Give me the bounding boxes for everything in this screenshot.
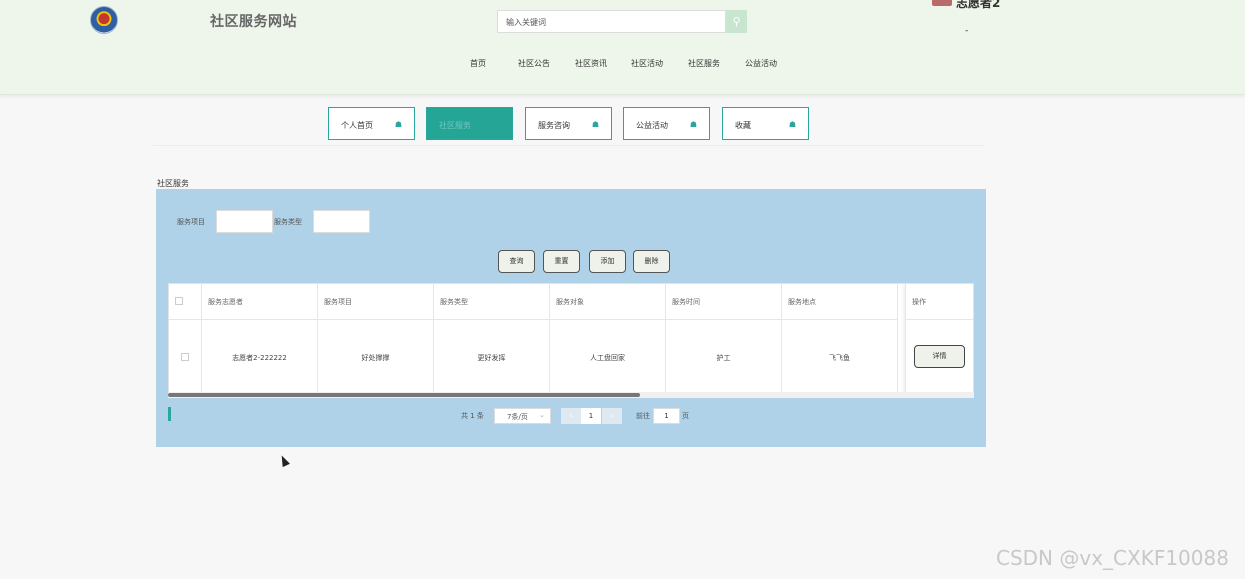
tab-charity[interactable]: 公益活动 ☗ — [623, 107, 710, 140]
column-header: 服务项目 — [318, 284, 434, 320]
table-cell: 更好发挥 — [434, 320, 550, 394]
column-header: 服务志愿者 — [202, 284, 318, 320]
nav-activity[interactable]: 社区活动 — [631, 58, 663, 69]
nav-news[interactable]: 社区资讯 — [575, 58, 607, 69]
home-icon: ☗ — [591, 120, 599, 129]
tab-community-service[interactable]: 社区服务 — [426, 107, 513, 140]
site-title: 社区服务网站 — [210, 14, 297, 30]
column-header: 服务对象 — [550, 284, 666, 320]
page-size-value: 7条/页 — [507, 413, 528, 421]
horizontal-scrollbar[interactable] — [168, 393, 640, 397]
service-item-label: 服务项目 — [177, 218, 205, 226]
home-icon: ☗ — [788, 120, 796, 129]
table-cell: 飞飞鱼 — [782, 320, 898, 394]
select-all-checkbox[interactable] — [175, 297, 183, 305]
add-button[interactable]: 添加 — [589, 250, 626, 273]
service-item-input[interactable] — [216, 210, 273, 233]
fixed-action-column: 操作 详情 — [905, 284, 973, 394]
tab-personal-home[interactable]: 个人首页 ☗ — [328, 107, 415, 140]
divider — [153, 145, 985, 146]
prev-page-button[interactable]: ‹ — [561, 408, 581, 424]
delete-button[interactable]: 删除 — [633, 250, 670, 273]
tab-label: 收藏 — [735, 121, 751, 130]
tab-label: 服务咨询 — [538, 121, 570, 130]
mouse-cursor-icon — [278, 453, 290, 468]
table-cell: 护工 — [666, 320, 782, 394]
goto-suffix: 页 — [682, 412, 689, 420]
next-page-button[interactable]: › — [602, 408, 622, 424]
user-sub-text: - — [965, 26, 969, 36]
site-logo — [90, 6, 118, 34]
table-cell: 好处撑撑 — [318, 320, 434, 394]
column-header: 服务类型 — [434, 284, 550, 320]
search-icon[interactable]: ⚲ — [726, 10, 747, 33]
search-input[interactable]: 输入关键词 — [497, 10, 726, 33]
home-icon: ☗ — [689, 120, 697, 129]
table-cell: 人工盘回家 — [550, 320, 666, 394]
table-cell: 志愿者2-222222 — [202, 320, 318, 394]
select-all-cell — [169, 284, 202, 320]
accent-bar — [168, 407, 171, 421]
tab-label: 公益活动 — [636, 121, 668, 130]
service-type-label: 服务类型 — [274, 218, 302, 226]
row-checkbox[interactable] — [181, 353, 189, 361]
top-header: 社区服务网站 输入关键词 ⚲ 志愿者2 - 首页 社区公告 社区资讯 社区活动 … — [0, 0, 1245, 95]
column-header: 服务时间 — [666, 284, 782, 320]
tab-favorites[interactable]: 收藏 ☗ — [722, 107, 809, 140]
column-header: 操作 — [906, 284, 973, 320]
tab-service-consult[interactable]: 服务咨询 ☗ — [525, 107, 612, 140]
nav-charity[interactable]: 公益活动 — [745, 58, 777, 69]
nav-home[interactable]: 首页 — [470, 58, 486, 69]
chevron-down-icon: ⌄ — [539, 411, 545, 419]
query-button[interactable]: 查询 — [498, 250, 535, 273]
row-select-cell — [169, 320, 202, 394]
section-title: 社区服务 — [157, 179, 189, 188]
username[interactable]: 志愿者2 — [956, 0, 1000, 11]
goto-page-input[interactable]: 1 — [653, 408, 680, 424]
service-type-input[interactable] — [313, 210, 370, 233]
tab-label: 个人首页 — [341, 121, 373, 130]
service-table: 服务志愿者 服务项目 服务类型 服务对象 服务时间 服务地点 志愿者2-2222… — [168, 283, 974, 395]
nav-notice[interactable]: 社区公告 — [518, 58, 550, 69]
nav-service[interactable]: 社区服务 — [688, 58, 720, 69]
watermark: CSDN @vx_CXKF10088 — [996, 546, 1229, 570]
detail-button[interactable]: 详情 — [914, 345, 965, 368]
goto-label: 前往 — [636, 412, 650, 420]
home-icon: ☗ — [394, 120, 402, 129]
avatar[interactable] — [932, 0, 952, 6]
reset-button[interactable]: 重置 — [543, 250, 580, 273]
column-header: 服务地点 — [782, 284, 898, 320]
tab-label: 社区服务 — [439, 121, 471, 130]
current-page[interactable]: 1 — [581, 408, 601, 424]
page-size-select[interactable]: 7条/页 ⌄ — [494, 408, 551, 424]
total-count: 共 1 条 — [461, 412, 484, 420]
